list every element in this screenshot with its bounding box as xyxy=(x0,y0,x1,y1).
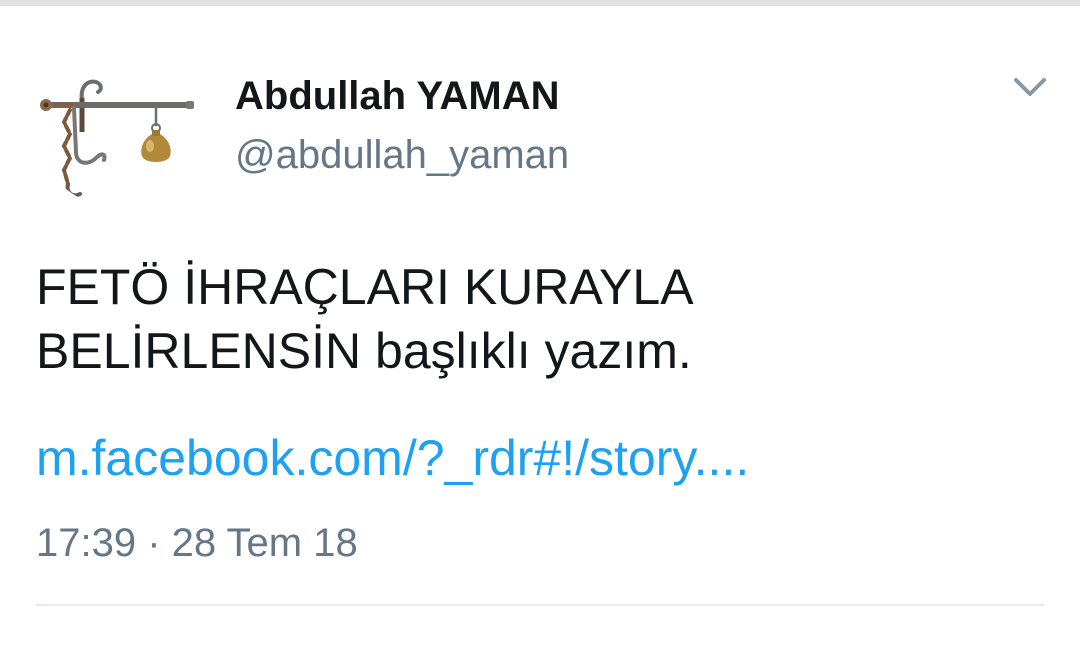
tweet-link[interactable]: m.facebook.com/?_rdr#!/story.... xyxy=(36,426,749,490)
tweet-timestamp[interactable]: 17:39 · 28 Tem 18 xyxy=(36,518,358,568)
tweet-text-line: BELİRLENSİN başlıklı yazım. xyxy=(36,323,692,379)
tweet-menu-button[interactable] xyxy=(1008,68,1052,104)
tweet-card: Abdullah YAMAN @abdullah_yaman FETÖ İHRA… xyxy=(0,6,1080,653)
divider xyxy=(36,604,1044,606)
avatar[interactable] xyxy=(36,42,202,208)
tweet-text: FETÖ İHRAÇLARI KURAYLA BELİRLENSİN başlı… xyxy=(36,255,1046,383)
author-display-name[interactable]: Abdullah YAMAN xyxy=(235,71,559,121)
author-handle[interactable]: @abdullah_yaman xyxy=(235,130,569,180)
tweet-text-line: FETÖ İHRAÇLARI KURAYLA xyxy=(36,259,694,315)
balance-scale-icon xyxy=(40,79,194,198)
chevron-down-icon xyxy=(1014,78,1046,96)
